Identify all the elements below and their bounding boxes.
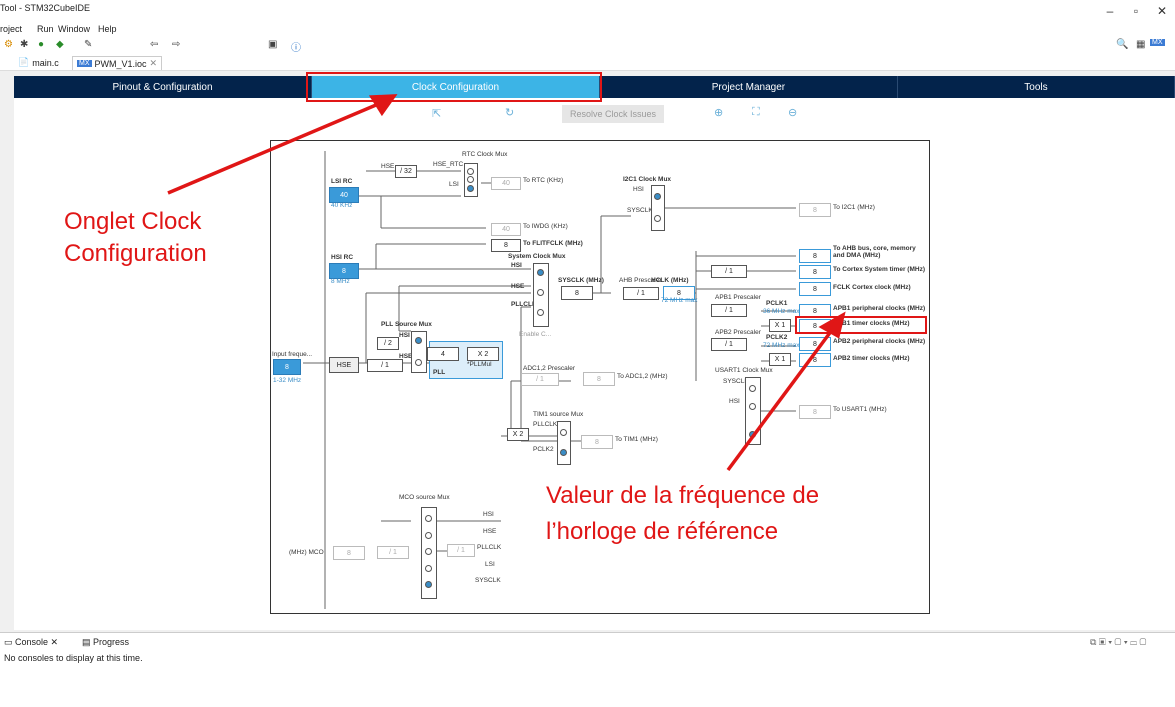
console-toolbar-icon[interactable]: ⧉ ▣ ▾ ▢ ▾ ▭ ▢: [1090, 637, 1146, 648]
annotation-freq-1: Valeur de la fréquence de: [546, 482, 820, 509]
annotation-clock-tab: Onglet Clock Configuration: [64, 206, 207, 270]
annotation-line-1: Onglet Clock: [64, 208, 202, 235]
console-panel: ▭ Console ✕ ▤ Progress No consoles to di…: [0, 632, 1175, 707]
console-tab-label: Console: [15, 637, 49, 647]
annotation-freq-2: l’horloge de référence: [546, 518, 779, 545]
annotation-frequency: Valeur de la fréquence de l’horloge de r…: [546, 478, 819, 550]
annotation-arrows: [167, 94, 846, 472]
progress-tab-label: Progress: [93, 637, 130, 647]
console-message: No consoles to display at this time.: [4, 653, 143, 663]
tab-progress[interactable]: ▤ Progress: [82, 637, 129, 648]
annotation-line-2: Configuration: [64, 240, 207, 267]
tab-console[interactable]: ▭ Console ✕: [4, 637, 58, 648]
